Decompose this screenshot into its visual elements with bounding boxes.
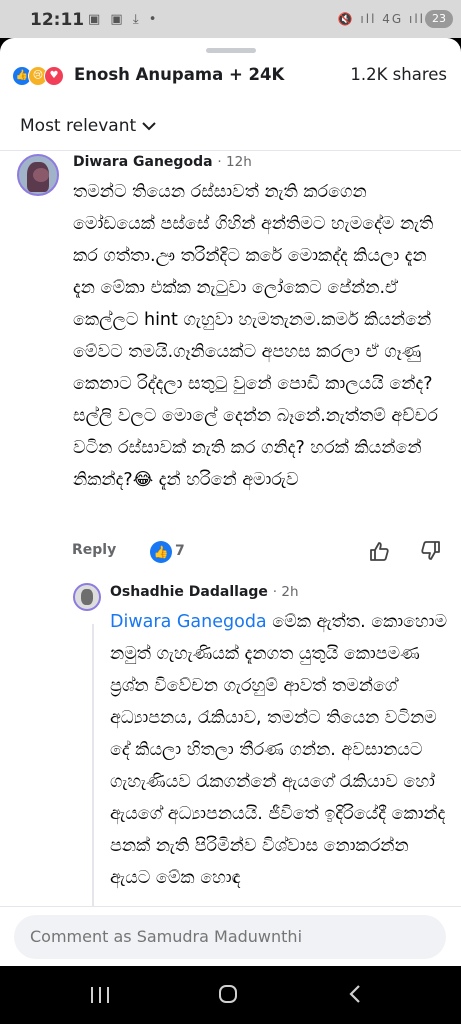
reply-time: 2h [281, 584, 299, 600]
shares-count[interactable]: 1.2K shares [350, 65, 447, 84]
comments-sheet: 👍 😢 ♥ Enosh Anupama + 24K 1.2K shares Mo… [0, 38, 461, 966]
avatar-figure [81, 589, 93, 605]
reply-text: Diwara Ganegoda මේක ඇත්ත. කොහොම නමුත් ගැ… [110, 606, 450, 894]
reactions-summary[interactable]: 👍 😢 ♥ Enosh Anupama + 24K 1.2K shares [0, 62, 461, 88]
avatar[interactable] [17, 154, 59, 196]
reaction-icons: 👍 😢 ♥ [12, 66, 74, 86]
thread-line [92, 624, 94, 944]
downvote-icon[interactable] [420, 540, 442, 562]
reaction-names[interactable]: Enosh Anupama + 24K [74, 65, 284, 84]
love-icon: ♥ [44, 66, 64, 86]
comment-author[interactable]: Diwara Ganegoda · 12h [73, 154, 252, 170]
comment-composer [0, 906, 461, 966]
avatar-face [33, 168, 49, 182]
system-nav-bar [0, 966, 461, 1024]
battery-icon: 23 [425, 10, 453, 28]
divider [0, 150, 461, 151]
mention-link[interactable]: Diwara Ganegoda [110, 612, 267, 632]
signal-icons: 🔇 ıll 4G ıll [337, 12, 425, 26]
recents-icon[interactable] [91, 987, 109, 1003]
status-time: 12:11 [30, 10, 85, 30]
like-icon: 👍 [150, 541, 172, 563]
sheet-drag-handle[interactable] [206, 48, 256, 53]
home-icon[interactable] [219, 985, 237, 1003]
comment-time: 12h [226, 154, 252, 170]
comment-text: තමන්ට තියෙන රස්සාවත් නැති කරගෙන මෝඩයෙක් … [73, 182, 438, 490]
comment-author-name[interactable]: Diwara Ganegoda [73, 154, 213, 170]
back-icon[interactable] [348, 985, 362, 1003]
chevron-down-icon [142, 119, 156, 135]
sort-dropdown[interactable]: Most relevant [20, 116, 156, 136]
notification-icons: ▣ ▣ ⤓ • [88, 12, 160, 27]
comment-input[interactable] [14, 915, 446, 959]
like-count[interactable]: 7 [175, 543, 185, 559]
reply-avatar[interactable] [73, 583, 101, 611]
reply-button[interactable]: Reply [72, 542, 116, 558]
reply-body: මේක ඇත්ත. කොහොම නමුත් ගැහැණියක් දැනගත යු… [110, 612, 448, 888]
reply-author[interactable]: Oshadhie Dadallage · 2h [110, 584, 299, 600]
comment-actions: Reply 👍 7 [72, 540, 452, 566]
sort-label: Most relevant [20, 116, 137, 136]
status-bar: 12:11 ▣ ▣ ⤓ • 🔇 ıll 4G ıll 23 [0, 0, 461, 38]
reply-author-name[interactable]: Oshadhie Dadallage [110, 584, 268, 600]
upvote-icon[interactable] [368, 540, 390, 562]
